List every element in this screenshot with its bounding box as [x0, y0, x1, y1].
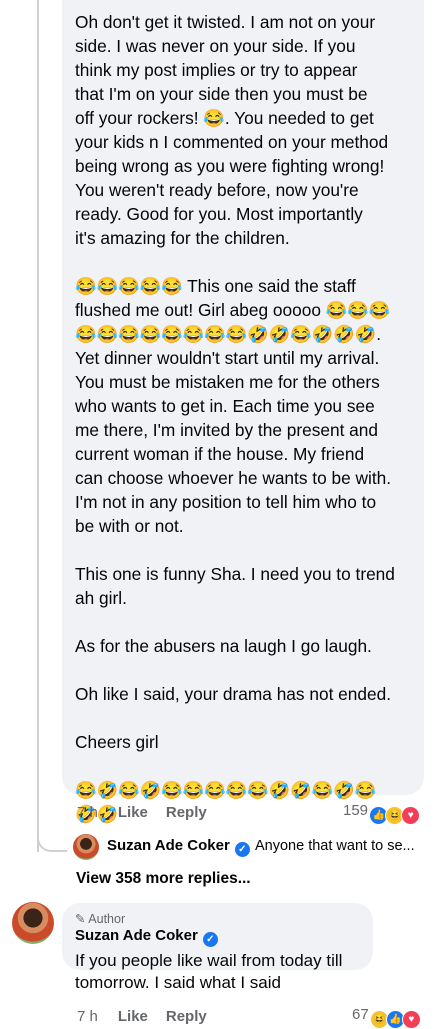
- reaction-summary[interactable]: 159 👍 😆 ♥: [343, 802, 421, 825]
- author-reaction-count: 67: [352, 1006, 369, 1023]
- reply-preview-text: Anyone that want to se...: [255, 838, 415, 854]
- comment-bubble: Oh don't get it twisted. I am not on you…: [62, 0, 424, 824]
- author-tag-label: Author: [88, 912, 126, 926]
- comment-time[interactable]: 7 h: [77, 804, 98, 821]
- thread-line: [37, 0, 39, 852]
- author-comment-time[interactable]: 7 h: [77, 1008, 98, 1025]
- author-like-button[interactable]: Like: [118, 1008, 148, 1025]
- author-comment-bubble: ✎ Author Suzan Ade Coker ✓ If you people …: [62, 903, 373, 992]
- comment-actions: 7 h Like Reply: [77, 804, 225, 821]
- reply-preview[interactable]: Suzan Ade Coker ✓ Anyone that want to se.…: [73, 832, 433, 862]
- love-reaction-icon: ♥: [401, 1010, 421, 1029]
- like-button[interactable]: Like: [118, 804, 148, 821]
- author-name[interactable]: Suzan Ade Coker: [75, 927, 198, 944]
- comment-paragraph-4: As for the abusers na laugh I go laugh.: [75, 636, 372, 656]
- pencil-icon: ✎: [75, 912, 86, 926]
- author-avatar[interactable]: [12, 902, 54, 944]
- comment-paragraph-2: 😂😂😂😂😂 This one said the staff flushed me…: [75, 276, 392, 536]
- comment-paragraph-3: This one is funny Sha. I need you to tre…: [75, 564, 395, 608]
- comment-paragraph-1: Oh don't get it twisted. I am not on you…: [75, 12, 389, 248]
- verified-badge-icon: ✓: [234, 842, 250, 857]
- author-comment-text: If you people like wail from today till …: [75, 951, 343, 992]
- comment-paragraph-5: Oh like I said, your drama has not ended…: [75, 684, 392, 704]
- author-reply-button[interactable]: Reply: [166, 1008, 207, 1025]
- verified-badge-icon: ✓: [202, 932, 218, 947]
- love-reaction-icon: ♥: [401, 806, 421, 825]
- comment-paragraph-6: Cheers girl: [75, 732, 159, 752]
- avatar[interactable]: [73, 834, 99, 860]
- view-more-replies-link[interactable]: View 358 more replies...: [76, 870, 251, 888]
- thread-connector: [37, 828, 67, 852]
- reaction-count: 159: [343, 802, 369, 819]
- author-reaction-summary[interactable]: 67 😆 👍 ♥: [352, 1006, 421, 1029]
- author-comment-actions: 7 h Like Reply: [77, 1008, 225, 1025]
- reply-author-name[interactable]: Suzan Ade Coker: [107, 837, 230, 854]
- reply-button[interactable]: Reply: [166, 804, 207, 821]
